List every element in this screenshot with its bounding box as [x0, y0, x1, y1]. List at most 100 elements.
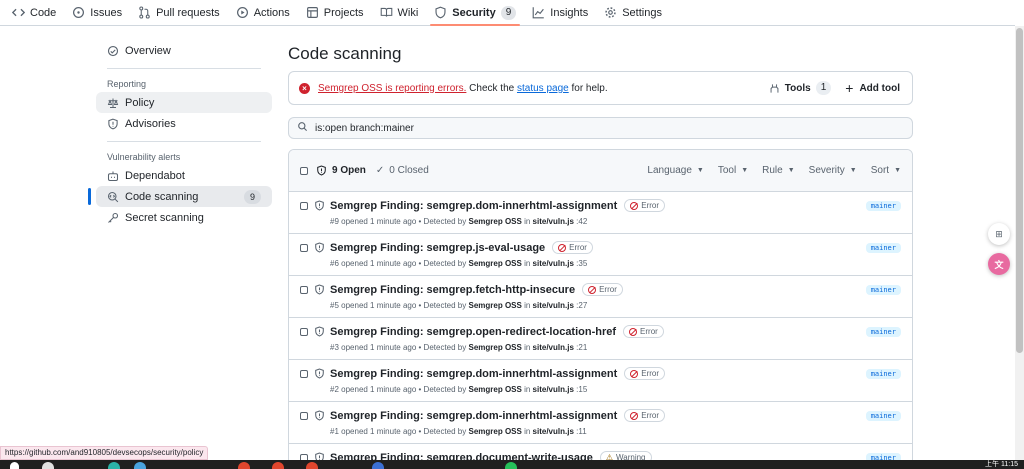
- severity-text: Error: [641, 411, 660, 420]
- sidebar-item-overview[interactable]: Overview: [96, 40, 272, 61]
- tool-error-banner: × Semgrep OSS is reporting errors. Check…: [288, 71, 913, 105]
- tab-pull-requests[interactable]: Pull requests: [130, 0, 228, 25]
- tab-projects[interactable]: Projects: [298, 0, 372, 25]
- stop-icon: [588, 285, 597, 294]
- stop-icon: [630, 369, 639, 378]
- translate-icon[interactable]: 文: [988, 253, 1010, 275]
- app-icon[interactable]: [272, 462, 284, 469]
- sidebar-item-dependabot[interactable]: Dependabot: [96, 165, 272, 186]
- shield-icon: [314, 284, 325, 295]
- tab-issues[interactable]: Issues: [64, 0, 130, 25]
- tab-settings[interactable]: Settings: [596, 0, 670, 25]
- play-icon: [236, 6, 249, 19]
- tab-security[interactable]: Security 9: [426, 0, 524, 26]
- sidebar-item-policy[interactable]: Policy: [96, 92, 272, 113]
- alert-checkbox[interactable]: [300, 286, 308, 294]
- alert-checkbox[interactable]: [300, 244, 308, 252]
- search-icon[interactable]: [42, 462, 54, 469]
- alert-search-input[interactable]: is:open branch:mainer: [288, 117, 913, 139]
- alert-opened: opened 1 minute ago • Detected by: [341, 301, 467, 310]
- os-taskbar: 上午 11:15: [0, 460, 1024, 469]
- select-all-checkbox[interactable]: [300, 166, 308, 175]
- alert-file[interactable]: site/vuln.js: [533, 343, 574, 352]
- alert-row[interactable]: Semgrep Finding: semgrep.fetch-http-inse…: [289, 276, 912, 318]
- dependabot-icon: [107, 170, 119, 182]
- alert-row[interactable]: Semgrep Finding: semgrep.dom-innerhtml-a…: [289, 360, 912, 402]
- sort-menu[interactable]: Sort ▼: [871, 165, 901, 176]
- extension-grid-icon[interactable]: ⊞: [988, 223, 1010, 245]
- alert-number: #2: [330, 385, 339, 394]
- alert-tool: Semgrep OSS: [468, 427, 522, 436]
- alert-opened: opened 1 minute ago • Detected by: [341, 427, 467, 436]
- alert-file[interactable]: site/vuln.js: [533, 385, 574, 394]
- sidebar-divider: [107, 141, 261, 142]
- alert-row[interactable]: Semgrep Finding: semgrep.open-redirect-l…: [289, 318, 912, 360]
- tool-error-link[interactable]: Semgrep OSS is reporting errors.: [318, 83, 466, 94]
- tools-button[interactable]: Tools 1: [769, 81, 832, 95]
- branch-label[interactable]: mainer: [865, 411, 901, 421]
- severity-text: Error: [569, 243, 587, 252]
- sidebar-item-secret-scanning[interactable]: Secret scanning: [96, 207, 272, 228]
- start-icon[interactable]: [10, 462, 19, 469]
- shield-icon: [434, 6, 447, 19]
- rule-filter[interactable]: Rule ▼: [762, 165, 795, 176]
- app-icon[interactable]: [108, 462, 120, 469]
- tab-code[interactable]: Code: [4, 0, 64, 25]
- status-page-link[interactable]: status page: [517, 83, 569, 94]
- triangle-down-icon: ▼: [787, 167, 795, 174]
- alert-title-link[interactable]: Semgrep Finding: semgrep.open-redirect-l…: [330, 326, 616, 338]
- severity-text: Error: [640, 327, 658, 336]
- alert-tool: Semgrep OSS: [468, 301, 522, 310]
- severity-text: Error: [641, 201, 660, 210]
- page-scrollbar[interactable]: [1015, 26, 1024, 469]
- alert-checkbox[interactable]: [300, 412, 308, 420]
- severity-filter[interactable]: Severity ▼: [809, 165, 857, 176]
- app-icon[interactable]: [238, 462, 250, 469]
- alert-checkbox[interactable]: [300, 328, 308, 336]
- filter-label: Severity: [808, 165, 845, 176]
- tab-wiki[interactable]: Wiki: [372, 0, 427, 25]
- closed-alerts-filter[interactable]: ✓ 0 Closed: [376, 165, 429, 176]
- branch-label[interactable]: mainer: [865, 201, 901, 211]
- alert-checkbox[interactable]: [300, 370, 308, 378]
- alert-title-link[interactable]: Semgrep Finding: semgrep.dom-innerhtml-a…: [330, 200, 617, 212]
- alert-checkbox[interactable]: [300, 202, 308, 210]
- app-icon[interactable]: [372, 462, 384, 469]
- alert-title-link[interactable]: Semgrep Finding: semgrep.dom-innerhtml-a…: [330, 368, 617, 380]
- key-icon: [107, 212, 119, 224]
- branch-label[interactable]: mainer: [865, 243, 901, 253]
- tab-actions[interactable]: Actions: [228, 0, 298, 25]
- alert-file[interactable]: site/vuln.js: [533, 217, 574, 226]
- alert-title-line: Semgrep Finding: semgrep.open-redirect-l…: [330, 325, 664, 338]
- add-tool-label: Add tool: [859, 82, 900, 94]
- sidebar-item-advisories[interactable]: Advisories: [96, 113, 272, 134]
- alert-title-link[interactable]: Semgrep Finding: semgrep.fetch-http-inse…: [330, 284, 575, 296]
- search-icon: [297, 121, 308, 135]
- alert-row[interactable]: Semgrep Finding: semgrep.js-eval-usage Er…: [289, 234, 912, 276]
- alert-row[interactable]: Semgrep Finding: semgrep.dom-innerhtml-a…: [289, 402, 912, 444]
- tab-security-label: Security: [452, 6, 496, 19]
- sidebar-item-code-scanning[interactable]: Code scanning 9: [88, 186, 272, 207]
- app-icon[interactable]: [134, 462, 146, 469]
- scrollbar-thumb[interactable]: [1016, 28, 1023, 353]
- app-icon[interactable]: [306, 462, 318, 469]
- open-alerts-filter[interactable]: 9 Open: [316, 165, 366, 176]
- alert-file[interactable]: site/vuln.js: [533, 427, 574, 436]
- alert-title-link[interactable]: Semgrep Finding: semgrep.dom-innerhtml-a…: [330, 410, 617, 422]
- shield-icon: [316, 165, 327, 176]
- branch-label[interactable]: mainer: [865, 285, 901, 295]
- alert-opened: opened 1 minute ago • Detected by: [341, 259, 467, 268]
- language-filter[interactable]: Language ▼: [647, 165, 703, 176]
- app-icon[interactable]: [505, 462, 517, 469]
- tab-insights[interactable]: Insights: [524, 0, 596, 25]
- add-tool-button[interactable]: + Add tool: [845, 80, 902, 96]
- alert-title-link[interactable]: Semgrep Finding: semgrep.js-eval-usage: [330, 242, 545, 254]
- alert-file[interactable]: site/vuln.js: [533, 301, 574, 310]
- branch-label[interactable]: mainer: [865, 369, 901, 379]
- alert-row[interactable]: Semgrep Finding: semgrep.dom-innerhtml-a…: [289, 192, 912, 234]
- alert-in: in: [524, 343, 531, 352]
- tool-filter[interactable]: Tool ▼: [718, 165, 748, 176]
- alert-file[interactable]: site/vuln.js: [533, 259, 574, 268]
- sidebar-item-label: Overview: [125, 44, 171, 57]
- branch-label[interactable]: mainer: [865, 327, 901, 337]
